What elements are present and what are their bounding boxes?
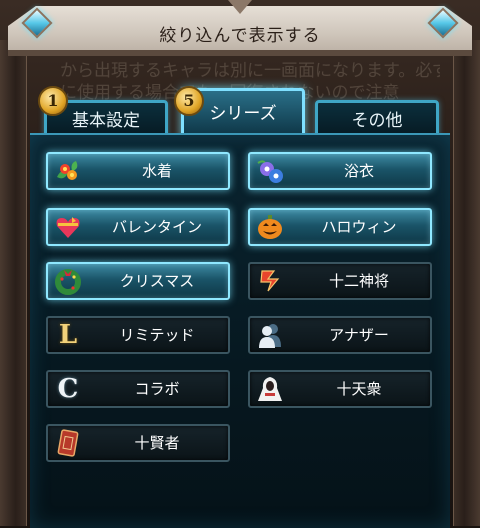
series-button-yukata[interactable]: 浴衣: [248, 152, 432, 190]
frame-left: [0, 40, 27, 526]
button-label: リミテッド: [119, 326, 195, 344]
button-label: クリスマス: [119, 272, 195, 290]
button-label: アナザー: [329, 326, 389, 344]
letter-c-icon: C: [57, 374, 79, 404]
button-label: コラボ: [134, 380, 180, 398]
tab-label: シリーズ: [209, 104, 277, 124]
letter-l-icon: L: [58, 320, 78, 350]
series-button-valentine[interactable]: バレンタイン: [46, 208, 230, 246]
frame-right: [453, 40, 480, 526]
pumpkin-icon: [258, 215, 282, 239]
series-button-swimsuit[interactable]: 水着: [46, 152, 230, 190]
button-label: 十二神将: [328, 272, 389, 290]
tab-badge: 1: [38, 86, 68, 116]
tab-label: その他: [351, 111, 403, 131]
series-button-christmas[interactable]: クリスマス: [46, 262, 230, 300]
card-icon: [57, 429, 79, 457]
wreath-icon: [55, 269, 81, 295]
series-button-limited[interactable]: L リミテッド: [46, 316, 230, 354]
button-label: バレンタイン: [111, 218, 202, 236]
morning-glory-icon: [257, 160, 283, 183]
flower-icon: [57, 161, 78, 180]
button-label: 水着: [141, 162, 172, 180]
window-title: 絞り込んで表示する: [159, 26, 321, 46]
two-persons-icon: [259, 324, 281, 348]
button-label: 十賢者: [134, 434, 180, 452]
zodiac-emblem-icon: [260, 270, 280, 292]
tab-label: 基本設定: [72, 111, 140, 131]
heart-gift-icon: [56, 217, 80, 238]
series-button-another[interactable]: アナザー: [248, 316, 432, 354]
series-button-halloween[interactable]: ハロウィン: [248, 208, 432, 246]
series-button-collab[interactable]: C コラボ: [46, 370, 230, 408]
button-label: ハロウィン: [321, 218, 397, 236]
tab-badge: 5: [174, 86, 204, 116]
series-button-ten-sages[interactable]: 十賢者: [46, 424, 230, 462]
series-button-twelve-generals[interactable]: 十二神将: [248, 262, 432, 300]
hooded-figure-icon: [258, 377, 282, 401]
series-button-ten-heavens[interactable]: 十天衆: [248, 370, 432, 408]
button-label: 十天衆: [336, 380, 382, 398]
button-label: 浴衣: [343, 162, 374, 180]
